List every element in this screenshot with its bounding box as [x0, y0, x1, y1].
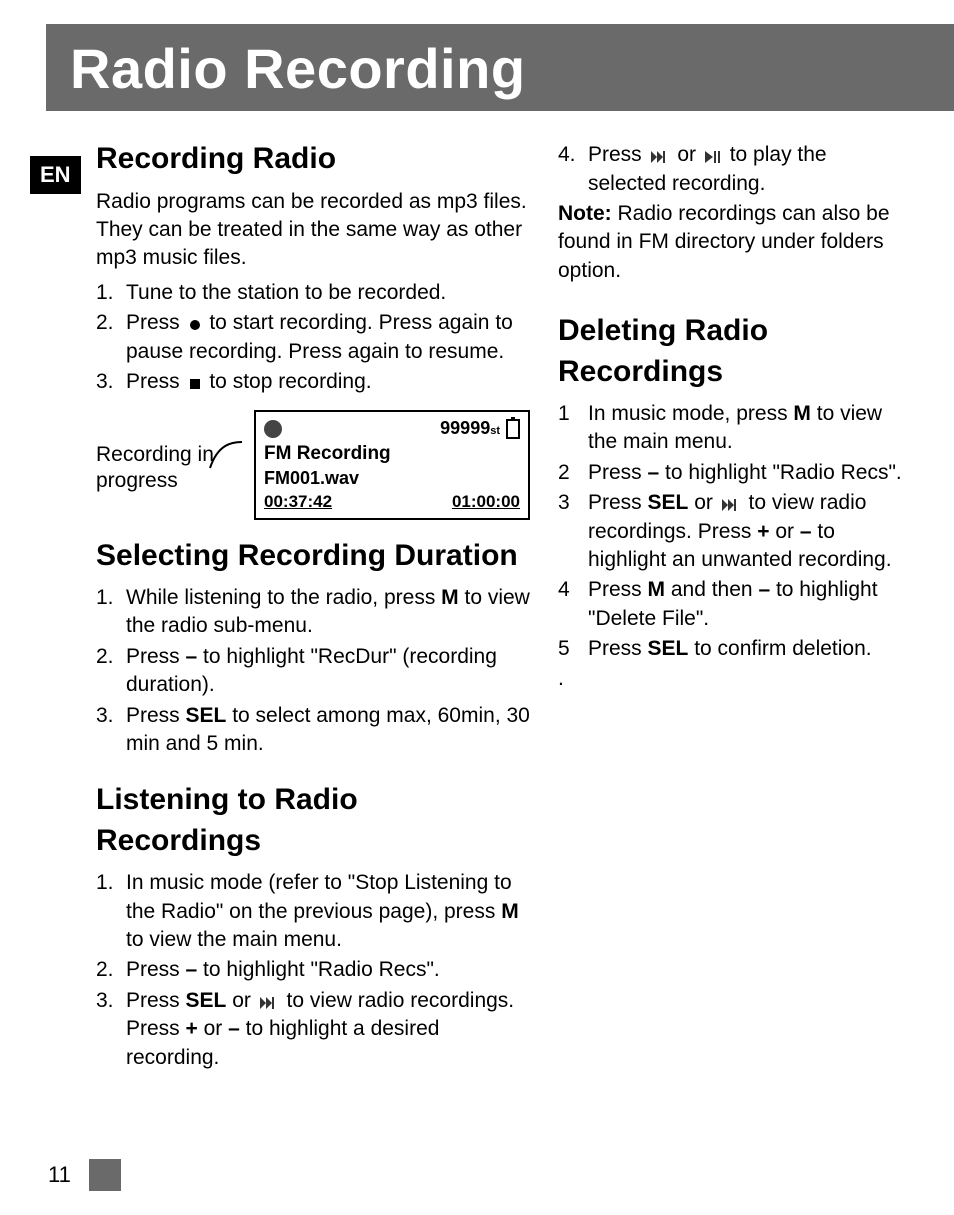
next-track-icon: [260, 987, 278, 1015]
recording-radio-steps: 1. Tune to the station to be recorded. 2…: [96, 279, 530, 397]
list-item: 1. While listening to the radio, press M…: [96, 584, 530, 641]
list-item: 2. Press – to highlight "RecDur" (record…: [96, 643, 530, 700]
heading-selecting-duration: Selecting Recording Duration: [96, 536, 530, 577]
step-number: 2.: [96, 643, 126, 700]
intro-text: Radio programs can be recorded as mp3 fi…: [96, 188, 530, 273]
heading-deleting: Deleting Radio Recordings: [558, 311, 906, 392]
heading-recording-radio: Recording Radio: [96, 139, 530, 180]
step-text: Press – to highlight "Radio Recs".: [126, 956, 530, 984]
step-number: 1.: [96, 869, 126, 954]
track-count: 99999st: [440, 416, 500, 440]
step-text: Press SEL or to view radio recordings. P…: [588, 489, 906, 574]
figure-label: Recording in progress: [96, 442, 226, 495]
step-text: Press SEL or to view radio recordings. P…: [126, 987, 530, 1072]
title-bar: Radio Recording: [46, 24, 954, 111]
step-number: 3.: [96, 702, 126, 759]
list-item: 4. Press or to play the selected recordi…: [558, 141, 906, 198]
listening-steps: 1. In music mode (refer to "Stop Listeni…: [96, 869, 530, 1072]
step-number: 4: [558, 576, 588, 633]
list-item: 3. Press SEL to select among max, 60min,…: [96, 702, 530, 759]
note-text: Note: Radio recordings can also be found…: [558, 200, 906, 285]
step-number: 2: [558, 459, 588, 487]
right-column: 4. Press or to play the selected recordi…: [558, 129, 906, 1074]
next-track-icon: [722, 489, 740, 517]
next-track-icon: [651, 141, 669, 169]
step-text: Press to start recording. Press again to…: [126, 309, 530, 366]
record-icon: [189, 309, 201, 337]
step-text: Press SEL to select among max, 60min, 30…: [126, 702, 530, 759]
step-number: 5: [558, 635, 588, 663]
step-text: Press SEL to confirm deletion.: [588, 635, 906, 663]
step-text: In music mode (refer to "Stop Listening …: [126, 869, 530, 954]
list-item: 2. Press to start recording. Press again…: [96, 309, 530, 366]
list-item: 1. Tune to the station to be recorded.: [96, 279, 530, 307]
step-number: 1.: [96, 279, 126, 307]
selecting-duration-steps: 1. While listening to the radio, press M…: [96, 584, 530, 758]
step-text: In music mode, press M to view the main …: [588, 400, 906, 457]
list-item: 1. In music mode (refer to "Stop Listeni…: [96, 869, 530, 954]
step-text: Tune to the station to be recorded.: [126, 279, 530, 307]
step-number: 3: [558, 489, 588, 574]
device-screen: 99999st FM Recording FM001.wav 00:37:42 …: [254, 410, 530, 519]
left-column: Recording Radio Radio programs can be re…: [96, 129, 530, 1074]
list-item: 3. Press to stop recording.: [96, 368, 530, 397]
page-number: 11: [48, 1159, 121, 1191]
screen-filename: FM001.wav: [256, 466, 528, 490]
step-number: 1.: [96, 584, 126, 641]
figure-recording-screen: Recording in progress 99999st FM Recordi…: [96, 410, 530, 519]
list-item: 1 In music mode, press M to view the mai…: [558, 400, 906, 457]
deleting-steps: 1 In music mode, press M to view the mai…: [558, 400, 906, 663]
listening-steps-cont: 4. Press or to play the selected recordi…: [558, 141, 906, 198]
heading-listening: Listening to Radio Recordings: [96, 780, 530, 861]
step-text: Press – to highlight "Radio Recs".: [588, 459, 906, 487]
step-number: 2.: [96, 956, 126, 984]
play-pause-icon: [705, 141, 721, 169]
step-number: 2.: [96, 309, 126, 366]
list-item: 2. Press – to highlight "Radio Recs".: [96, 956, 530, 984]
step-number: 3.: [96, 987, 126, 1072]
stop-icon: [189, 368, 201, 396]
step-number: 1: [558, 400, 588, 457]
callout-line-icon: [208, 436, 244, 476]
step-text: Press M and then – to highlight "Delete …: [588, 576, 906, 633]
step-text: Press or to play the selected recording.: [588, 141, 906, 198]
total-time: 01:00:00: [452, 491, 520, 514]
step-text: Press to stop recording.: [126, 368, 530, 397]
list-item: 4 Press M and then – to highlight "Delet…: [558, 576, 906, 633]
list-item: 3. Press SEL or to view radio recordings…: [96, 987, 530, 1072]
language-tag: EN: [30, 156, 81, 194]
recording-dot-icon: [264, 420, 282, 438]
step-number: 3.: [96, 368, 126, 397]
trailing-dot: .: [558, 665, 906, 693]
battery-icon: [506, 419, 520, 439]
step-text: While listening to the radio, press M to…: [126, 584, 530, 641]
elapsed-time: 00:37:42: [264, 491, 332, 514]
list-item: 3 Press SEL or to view radio recordings.…: [558, 489, 906, 574]
list-item: 5 Press SEL to confirm deletion.: [558, 635, 906, 663]
list-item: 2 Press – to highlight "Radio Recs".: [558, 459, 906, 487]
screen-title: FM Recording: [256, 441, 528, 467]
page-number-square-icon: [89, 1159, 121, 1191]
step-text: Press – to highlight "RecDur" (recording…: [126, 643, 530, 700]
page-title: Radio Recording: [70, 36, 930, 101]
step-number: 4.: [558, 141, 588, 198]
page-number-text: 11: [48, 1162, 71, 1188]
